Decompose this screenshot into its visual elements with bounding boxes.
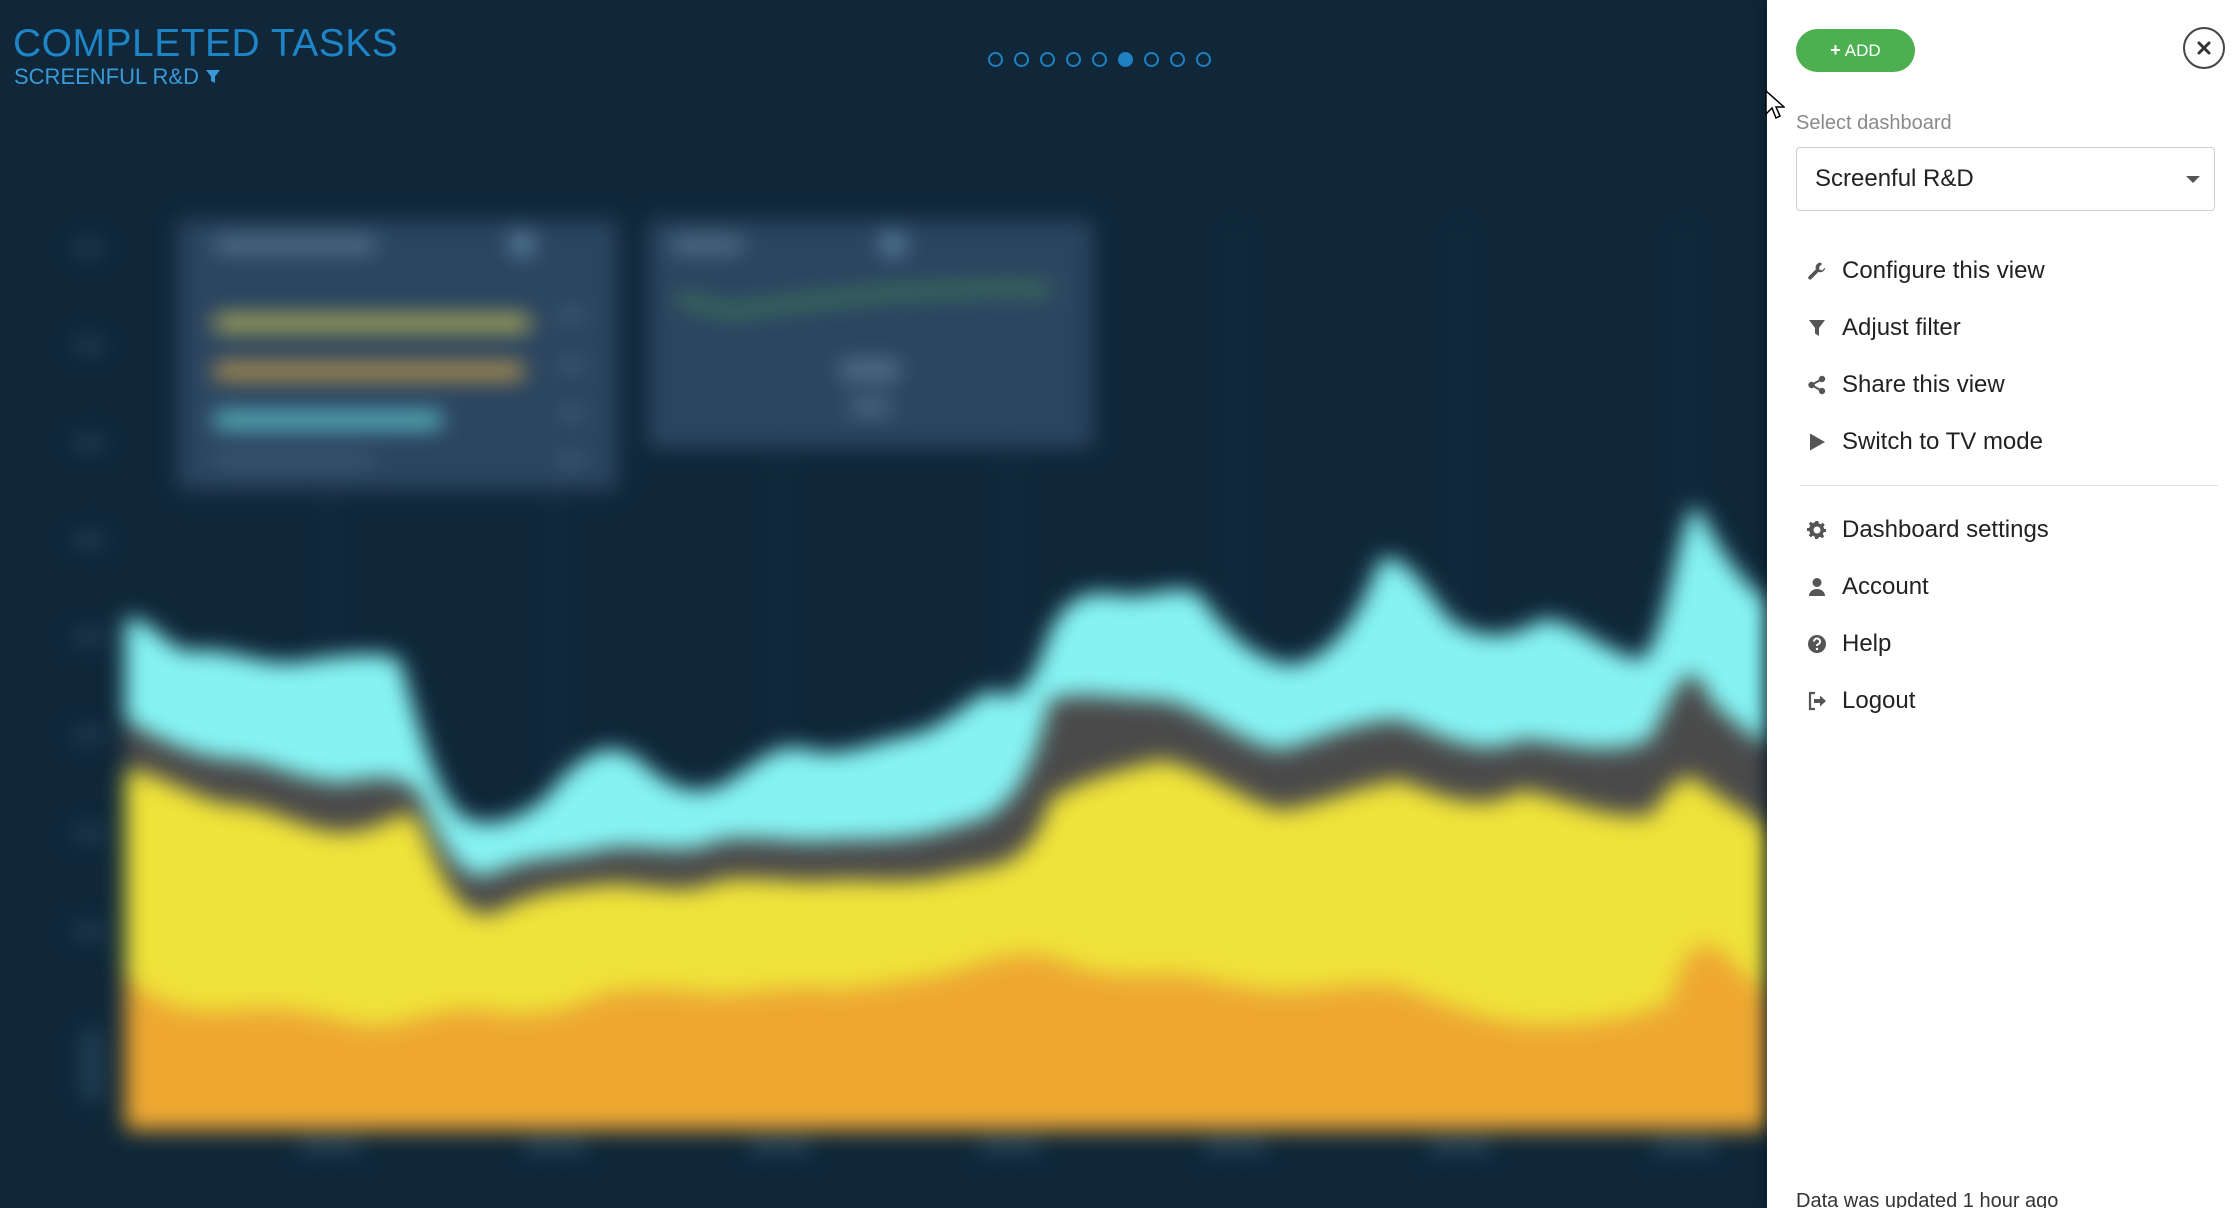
help-icon [1806,633,1828,655]
close-icon [2197,41,2211,55]
menu-item-help[interactable]: Help [1806,615,2218,672]
menu-item-label: Account [1842,572,1929,600]
dashboard-subtitle[interactable]: SCREENFUL R&D [14,64,221,90]
mouse-cursor-icon [1765,90,1785,120]
add-button[interactable]: + ADD [1796,29,1915,72]
pager-dot[interactable] [1092,52,1107,67]
close-panel-button[interactable] [2183,27,2225,69]
menu-item-dashboard-settings[interactable]: Dashboard settings [1806,501,2218,558]
stacked-area-chart [75,220,1767,1152]
data-updated-note: Data was updated 1 hour ago [1796,1190,2059,1208]
pager-dot[interactable] [1196,52,1211,67]
select-dashboard-label: Select dashboard [1796,112,1952,134]
menu-item-tv-mode[interactable]: Switch to TV mode [1806,413,2218,470]
dashboard-select[interactable]: Screenful R&D [1796,147,2215,211]
share-icon [1806,374,1828,396]
dashboard-select-value: Screenful R&D [1815,165,1974,192]
plus-icon: + [1830,40,1841,60]
gear-icon [1806,519,1828,541]
menu-item-adjust-filter[interactable]: Adjust filter [1806,299,2218,356]
pager-dot-active[interactable] [1118,52,1133,67]
dashboard-subtitle-text: SCREENFUL R&D [14,64,199,89]
menu-item-label: Adjust filter [1842,313,1961,341]
filter-icon[interactable] [205,69,221,85]
pager-dot[interactable] [1144,52,1159,67]
wrench-icon [1806,260,1828,282]
user-icon [1806,576,1828,598]
menu-item-configure-view[interactable]: Configure this view [1806,242,2218,299]
menu-item-logout[interactable]: Logout [1806,672,2218,729]
menu-item-label: Logout [1842,686,1916,714]
pager-dot[interactable] [988,52,1003,67]
side-menu-panel: + ADD Select dashboard Screenful R&D Con… [1767,0,2234,1208]
pager-dot[interactable] [1014,52,1029,67]
dashboard-area: COMPLETED TASKS SCREENFUL R&D [0,0,1767,1208]
view-pager [988,52,1211,67]
pager-dot[interactable] [1170,52,1185,67]
menu-item-label: Share this view [1842,370,2005,398]
add-button-label: ADD [1844,40,1881,60]
blurred-chart-background [0,0,1767,1208]
menu-divider [1800,485,2218,486]
chevron-down-icon [2186,176,2200,183]
menu-item-label: Dashboard settings [1842,515,2049,543]
menu-item-account[interactable]: Account [1806,558,2218,615]
pager-dot[interactable] [1040,52,1055,67]
menu-item-label: Configure this view [1842,256,2045,284]
screen: COMPLETED TASKS SCREENFUL R&D + ADD Sele… [0,0,2234,1208]
pager-dot[interactable] [1066,52,1081,67]
logout-icon [1806,690,1828,712]
menu-item-label: Switch to TV mode [1842,427,2043,455]
panel-menu: Configure this view Adjust filter Share … [1800,242,2218,729]
menu-item-share-view[interactable]: Share this view [1806,356,2218,413]
page-title: COMPLETED TASKS [13,22,399,65]
menu-item-label: Help [1842,629,1892,657]
play-icon [1806,431,1828,453]
filter-icon [1806,317,1828,339]
